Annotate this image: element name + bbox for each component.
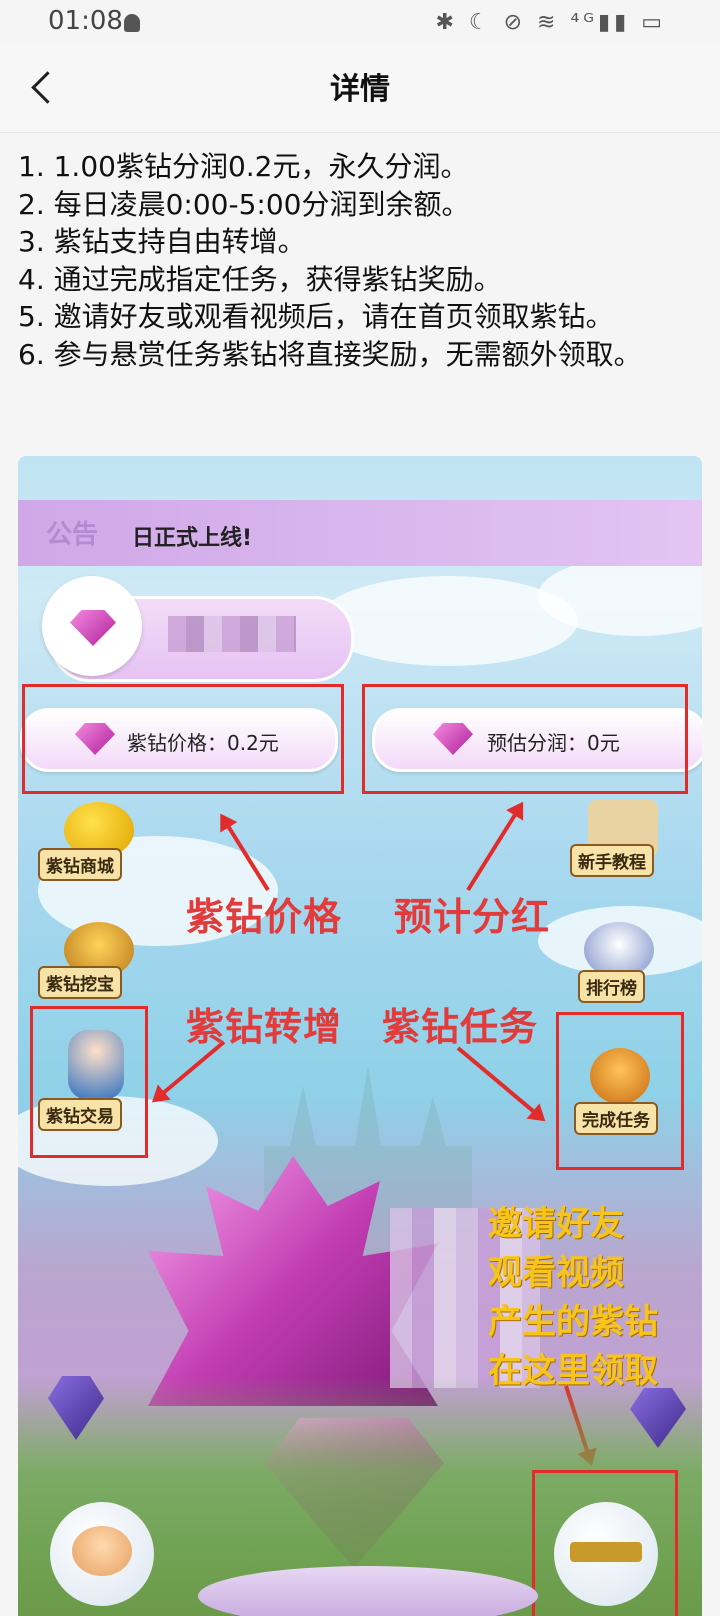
notice-tag: 公告 [46,520,99,550]
page-title: 详情 [330,72,390,107]
arrow-to-dividend [466,804,523,892]
user-gem-badge [42,576,142,676]
status-bar: 01:08 ✱ ☾ ⊘ ≋ ⁴ᴳ▮▮ ▭ [0,0,720,44]
transfer-annotation: 紫钻转增 [186,1005,343,1049]
notice-text: 日正式上线! [132,526,253,551]
price-annotation: 紫钻价格 [186,895,343,939]
status-icons: ✱ ☾ ⊘ ≋ ⁴ᴳ▮▮ ▭ [435,10,666,35]
task-highlight-box [556,1012,684,1170]
rule-item: 2. 每日凌晨0:00-5:00分润到余额。 [18,187,470,221]
title-bar: 详情 [0,44,720,133]
rules-list: 1. 1.00紫钻分润0.2元，永久分润。 2. 每日凌晨0:00-5:00分润… [18,148,708,373]
rule-item: 3. 紫钻支持自由转增。 [18,225,306,258]
rule-item: 1. 1.00紫钻分润0.2元，永久分润。 [18,150,469,183]
tutorial-button[interactable]: 新手教程 [570,844,654,877]
diamond-icon [70,610,116,646]
task-annotation: 紫钻任务 [382,1005,539,1049]
game-screenshot: 公告 日正式上线! 紫钻价格：0.2元 预估分润：0元 紫钻商城 新手教程 紫钻… [18,456,702,1616]
collect-line: 在这里领取 [488,1351,658,1391]
trade-highlight-box [30,1006,148,1158]
notification-bell-icon [124,14,140,32]
rule-item: 5. 邀请好友或观看视频后，请在首页领取紫钻。 [18,300,614,333]
shop-button[interactable]: 紫钻商城 [38,848,122,881]
ranking-button[interactable]: 排行榜 [578,970,645,1003]
treasure-button[interactable]: 紫钻挖宝 [38,966,122,999]
price-highlight-box [22,684,344,794]
rule-item: 6. 参与悬赏任务紫钻将直接奖励，无需额外领取。 [18,337,642,371]
rule-item: 4. 通过完成指定任务，获得紫钻奖励。 [18,262,502,296]
profit-highlight-box [362,684,688,794]
notice-bar: 公告 日正式上线! [18,500,702,566]
blurred-username [168,616,296,652]
friends-button[interactable] [50,1502,154,1606]
collect-highlight-box [532,1470,678,1616]
collect-line: 邀请好友 [488,1204,624,1244]
dividend-annotation: 预计分红 [394,895,551,939]
collect-annotation: 邀请好友 观看视频 产生的紫钻 在这里领取 [488,1200,658,1396]
friends-icon [72,1526,132,1576]
collect-line: 产生的紫钻 [488,1302,658,1342]
status-time: 01:08 [48,6,123,36]
arrow-to-task [456,1046,544,1121]
collect-line: 观看视频 [488,1253,624,1293]
